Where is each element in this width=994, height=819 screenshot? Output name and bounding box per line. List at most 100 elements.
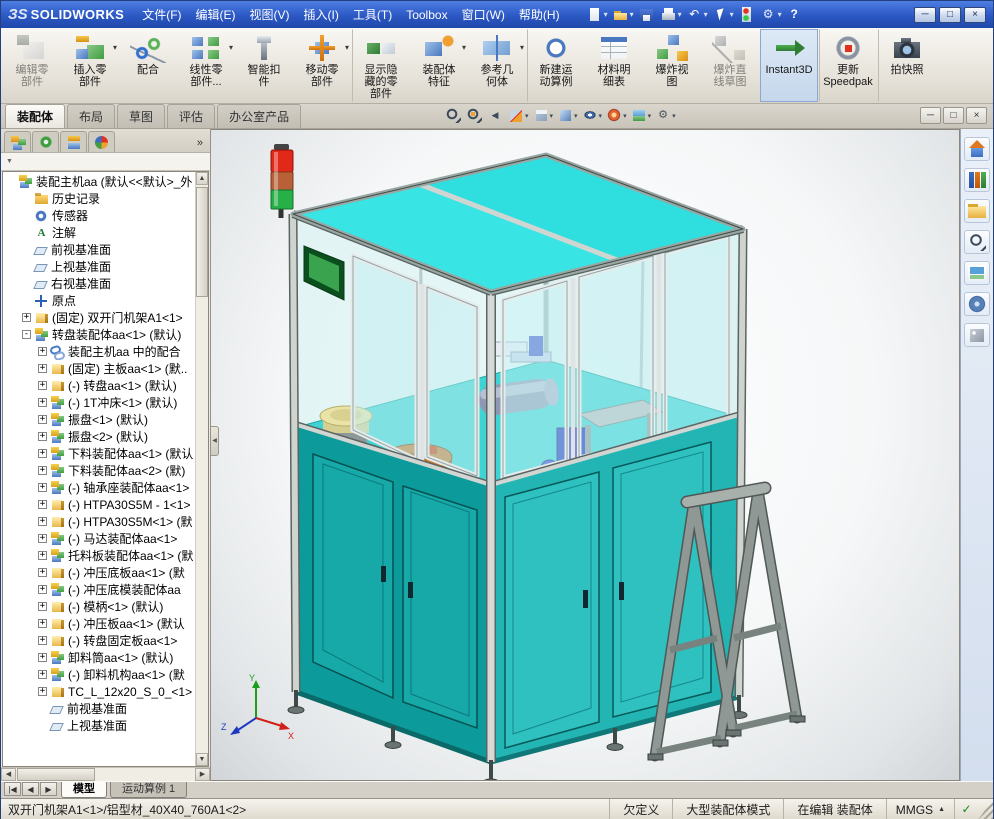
edit-component-button[interactable]: ▾ 编辑零 部件 bbox=[3, 29, 61, 102]
tree-expander[interactable] bbox=[38, 449, 47, 458]
tree-item[interactable]: 上视基准面 bbox=[3, 717, 195, 734]
insert-components-button[interactable]: ▾ 插入零 部件 bbox=[61, 29, 119, 102]
tree-expander[interactable] bbox=[38, 432, 47, 441]
tree-expander[interactable] bbox=[38, 483, 47, 492]
resources-home-button[interactable] bbox=[964, 137, 990, 161]
tree-item[interactable]: 转盘装配体aa<1> (默认) bbox=[3, 326, 195, 343]
edit-appearance-button[interactable]: ▾ bbox=[604, 106, 628, 125]
tree-expander[interactable] bbox=[38, 364, 47, 373]
model-3d[interactable]: Y X Z bbox=[211, 130, 960, 781]
resize-grip[interactable] bbox=[978, 799, 993, 819]
tree-horizontal-scrollbar[interactable]: ◀ ▶ bbox=[1, 767, 210, 781]
tab-scroll-button[interactable]: ▶ bbox=[40, 782, 57, 796]
tree-item[interactable]: 托料板装配体aa<1> (默 bbox=[3, 547, 195, 564]
tree-item[interactable]: 前视基准面 bbox=[3, 241, 195, 258]
instant3d-button[interactable]: ▾ Instant3D bbox=[760, 29, 818, 102]
display-style-button[interactable]: ▾ bbox=[555, 106, 579, 125]
tree-expander[interactable] bbox=[22, 330, 31, 339]
tree-item[interactable]: (-) 冲压底板aa<1> (默 bbox=[3, 564, 195, 581]
menu-item[interactable]: 工具(T) bbox=[346, 2, 399, 27]
menu-item[interactable]: Toolbox bbox=[399, 4, 454, 26]
reference-geometry-button[interactable]: ▾ 参考几 何体 bbox=[468, 29, 526, 102]
close-button[interactable]: × bbox=[964, 6, 986, 23]
tree-item[interactable]: 历史记录 bbox=[3, 190, 195, 207]
tree-expander[interactable] bbox=[38, 687, 47, 696]
tree-item[interactable]: 振盘<2> (默认) bbox=[3, 428, 195, 445]
commandmanager-tab[interactable]: 装配体 bbox=[5, 104, 66, 128]
tree-item[interactable]: (-) 模柄<1> (默认) bbox=[3, 598, 195, 615]
apply-scene-button[interactable]: ▾ bbox=[629, 106, 653, 125]
tree-expander[interactable] bbox=[38, 398, 47, 407]
print-button[interactable]: ▾ bbox=[658, 5, 683, 24]
bill-of-materials-button[interactable]: ▾ 材料明 细表 bbox=[585, 29, 643, 102]
tree-item[interactable]: 装配主机aa (默认<<默认>_外 bbox=[3, 173, 195, 190]
tree-item[interactable]: (-) 冲压底模装配体aa bbox=[3, 581, 195, 598]
featuremanager-tree-tab[interactable] bbox=[4, 131, 31, 152]
scrollbar-track[interactable] bbox=[16, 768, 195, 781]
tree-expander[interactable] bbox=[22, 313, 31, 322]
linear-component-pattern-button[interactable]: ▾ 线性零 部件... bbox=[177, 29, 235, 102]
document-close-button[interactable]: × bbox=[966, 107, 987, 124]
tree-item[interactable]: (固定) 主板aa<1> (默.. bbox=[3, 360, 195, 377]
tree-item[interactable]: (-) 卸料机构aa<1> (默 bbox=[3, 666, 195, 683]
tree-expander[interactable] bbox=[38, 670, 47, 679]
undo-button[interactable]: ▾ bbox=[684, 5, 709, 24]
rebuild-button[interactable]: ▾ bbox=[736, 5, 757, 24]
tree-item[interactable]: (-) 轴承座装配体aa<1> bbox=[3, 479, 195, 496]
tree-item[interactable]: (-) 转盘固定板aa<1> bbox=[3, 632, 195, 649]
commandmanager-tab[interactable]: 草图 bbox=[117, 104, 166, 128]
document-minimize-button[interactable]: ─ bbox=[920, 107, 941, 124]
document-restore-button[interactable]: □ bbox=[943, 107, 964, 124]
tree-item[interactable]: 上视基准面 bbox=[3, 258, 195, 275]
tree-item[interactable]: (-) 1T冲床<1> (默认) bbox=[3, 394, 195, 411]
mate-button[interactable]: ▾ 配合 bbox=[119, 29, 177, 102]
tree-expander[interactable] bbox=[38, 466, 47, 475]
appearances-button[interactable] bbox=[964, 292, 990, 316]
design-library-button[interactable] bbox=[964, 168, 990, 192]
tree-expander[interactable] bbox=[38, 381, 47, 390]
new-motion-study-button[interactable]: ▾ 新建运 动算例 bbox=[527, 29, 585, 102]
explode-line-sketch-button[interactable]: ▾ 爆炸直 线草图 bbox=[701, 29, 759, 102]
menu-item[interactable]: 插入(I) bbox=[297, 2, 346, 27]
scroll-right-arrow-icon[interactable]: ▶ bbox=[195, 768, 210, 781]
open-folder-button[interactable]: ▾ bbox=[610, 5, 635, 24]
panel-overflow-chevron[interactable]: » bbox=[193, 137, 207, 152]
scroll-left-arrow-icon[interactable]: ◀ bbox=[1, 768, 16, 781]
move-component-button[interactable]: ▾ 移动零 部件 bbox=[293, 29, 351, 102]
scrollbar-thumb[interactable] bbox=[196, 187, 208, 297]
commandmanager-tab[interactable]: 布局 bbox=[67, 104, 116, 128]
tree-expander[interactable] bbox=[38, 551, 47, 560]
previous-view-button[interactable]: ▾ bbox=[485, 106, 505, 125]
select-arrow-button[interactable]: ▾ bbox=[710, 5, 735, 24]
graphics-viewport[interactable]: Y X Z bbox=[211, 129, 960, 781]
tree-item[interactable]: 传感器 bbox=[3, 207, 195, 224]
tree-item[interactable]: 注解 bbox=[3, 224, 195, 241]
panel-collapse-handle[interactable] bbox=[211, 426, 219, 456]
tree-expander[interactable] bbox=[38, 653, 47, 662]
tree-expander[interactable] bbox=[38, 585, 47, 594]
options-button[interactable]: ▾ bbox=[758, 5, 783, 24]
commandmanager-tab[interactable]: 评估 bbox=[167, 104, 216, 128]
section-view-button[interactable]: ▾ bbox=[506, 106, 530, 125]
scroll-up-arrow-icon[interactable]: ▲ bbox=[196, 172, 208, 185]
tree-expander[interactable] bbox=[38, 636, 47, 645]
zoom-fit-button[interactable]: ▾ bbox=[443, 106, 463, 125]
tree-item[interactable]: 原点 bbox=[3, 292, 195, 309]
tree-expander[interactable] bbox=[38, 534, 47, 543]
custom-properties-button[interactable] bbox=[964, 323, 990, 347]
appearance-manager-tab[interactable] bbox=[88, 131, 115, 152]
tree-item[interactable]: 下料装配体aa<1> (默认 bbox=[3, 445, 195, 462]
show-hidden-components-button[interactable]: ▾ 显示隐 藏的零 部件 bbox=[352, 29, 410, 102]
search-button[interactable] bbox=[964, 230, 990, 254]
tree-item[interactable]: (-) 马达装配体aa<1> bbox=[3, 530, 195, 547]
units-selector[interactable]: MMGS ▲ bbox=[885, 799, 954, 819]
hide-show-items-button[interactable]: ▾ bbox=[580, 106, 604, 125]
new-document-button[interactable]: ▾ bbox=[584, 5, 609, 24]
menu-item[interactable]: 编辑(E) bbox=[189, 2, 243, 27]
tab-scroll-button[interactable]: ◀ bbox=[22, 782, 39, 796]
tree-item[interactable]: (-) HTPA30S5M - 1<1> bbox=[3, 496, 195, 513]
minimize-button[interactable]: ─ bbox=[914, 6, 936, 23]
tree-expander[interactable] bbox=[38, 415, 47, 424]
scrollbar-track[interactable] bbox=[196, 185, 208, 753]
tree-item[interactable]: TC_L_12x20_S_0_<1> bbox=[3, 683, 195, 700]
